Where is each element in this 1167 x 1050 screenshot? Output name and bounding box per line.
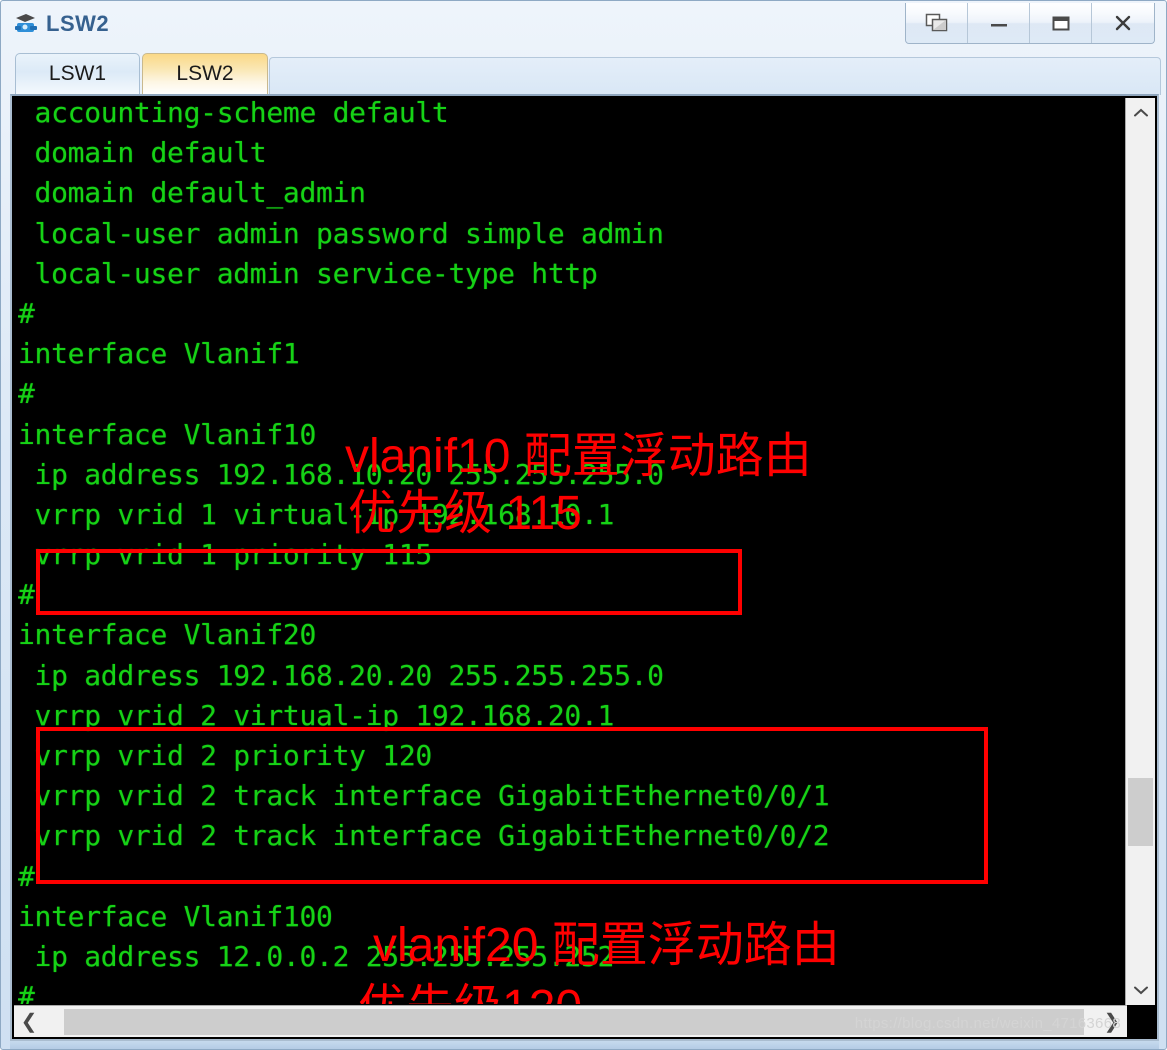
terminal-window: LSW2 LSW1 LSW2 accounting-scheme default… [0,0,1167,1050]
restore-cascade-button[interactable] [906,3,968,43]
vertical-scrollbar-thumb[interactable] [1128,778,1153,846]
chevron-up-icon [1133,108,1148,117]
horizontal-scrollbar[interactable]: ❮ ❯ https://blog.csdn.net/weixin_4716366… [14,1005,1127,1037]
terminal-line: accounting-scheme default [18,99,449,129]
maximize-button[interactable] [1030,3,1092,43]
scroll-up-button[interactable] [1126,98,1155,128]
terminal-line: ip address 192.168.20.20 255.255.255.0 [18,658,665,692]
window-controls [905,3,1155,44]
tab-label: LSW1 [48,62,107,85]
terminal-line: interface Vlanif10 [18,417,317,451]
scroll-right-button[interactable]: ❯ [1097,1006,1127,1037]
switch-icon [13,11,39,37]
tab-strip-filler [269,57,1161,95]
tab-strip: LSW1 LSW2 [1,47,1167,95]
terminal-output[interactable]: accounting-scheme default domain default… [18,99,1126,1004]
terminal-line: # [18,377,35,411]
scroll-left-button[interactable]: ❮ [14,1006,44,1037]
horizontal-scrollbar-thumb[interactable] [64,1009,1084,1035]
terminal-line: domain default_admin [18,176,366,210]
terminal-line: vrrp vrid 2 track interface GigabitEther… [18,819,830,853]
terminal-line: vrrp vrid 2 virtual-ip 192.168.20.1 [18,698,615,732]
terminal-line: ip address 192.168.10.20 255.255.255.0 [18,457,665,491]
status-strip [10,1041,1159,1049]
title-bar: LSW2 [1,1,1167,47]
terminal-line: local-user admin service-type http [18,256,598,290]
vertical-scrollbar[interactable] [1125,98,1155,1005]
terminal-line: vrrp vrid 1 virtual-ip 192.168.10.1 [18,497,615,531]
terminal-line: domain default [18,136,267,170]
title-bar-left: LSW2 [13,7,109,41]
tab-lsw1[interactable]: LSW1 [15,53,140,94]
terminal-line: # [18,578,35,612]
tab-label: LSW2 [176,62,234,85]
terminal-text: accounting-scheme default domain default… [18,99,1126,1004]
terminal-panel: accounting-scheme default domain default… [10,94,1159,1041]
terminal-line: # [18,296,35,330]
terminal-line: interface Vlanif100 [18,899,333,933]
terminal-line: # [18,859,35,893]
terminal-line: vrrp vrid 1 priority 115 [18,538,433,572]
terminal-line: local-user admin password simple admin [18,216,665,250]
terminal-line: ip address 12.0.0.2 255.255.255.252 [18,939,615,973]
close-button[interactable] [1092,3,1154,43]
terminal-line: # [18,980,35,1004]
terminal-line: vrrp vrid 2 priority 120 [18,739,433,772]
scroll-down-button[interactable] [1126,975,1155,1005]
chevron-down-icon [1133,986,1148,995]
window-title: LSW2 [46,11,110,36]
minimize-button[interactable] [968,3,1030,43]
tab-lsw2[interactable]: LSW2 [142,53,268,94]
terminal-line: interface Vlanif1 [18,337,300,371]
terminal-line: vrrp vrid 2 track interface GigabitEther… [18,779,830,813]
terminal-line: interface Vlanif20 [18,618,317,652]
